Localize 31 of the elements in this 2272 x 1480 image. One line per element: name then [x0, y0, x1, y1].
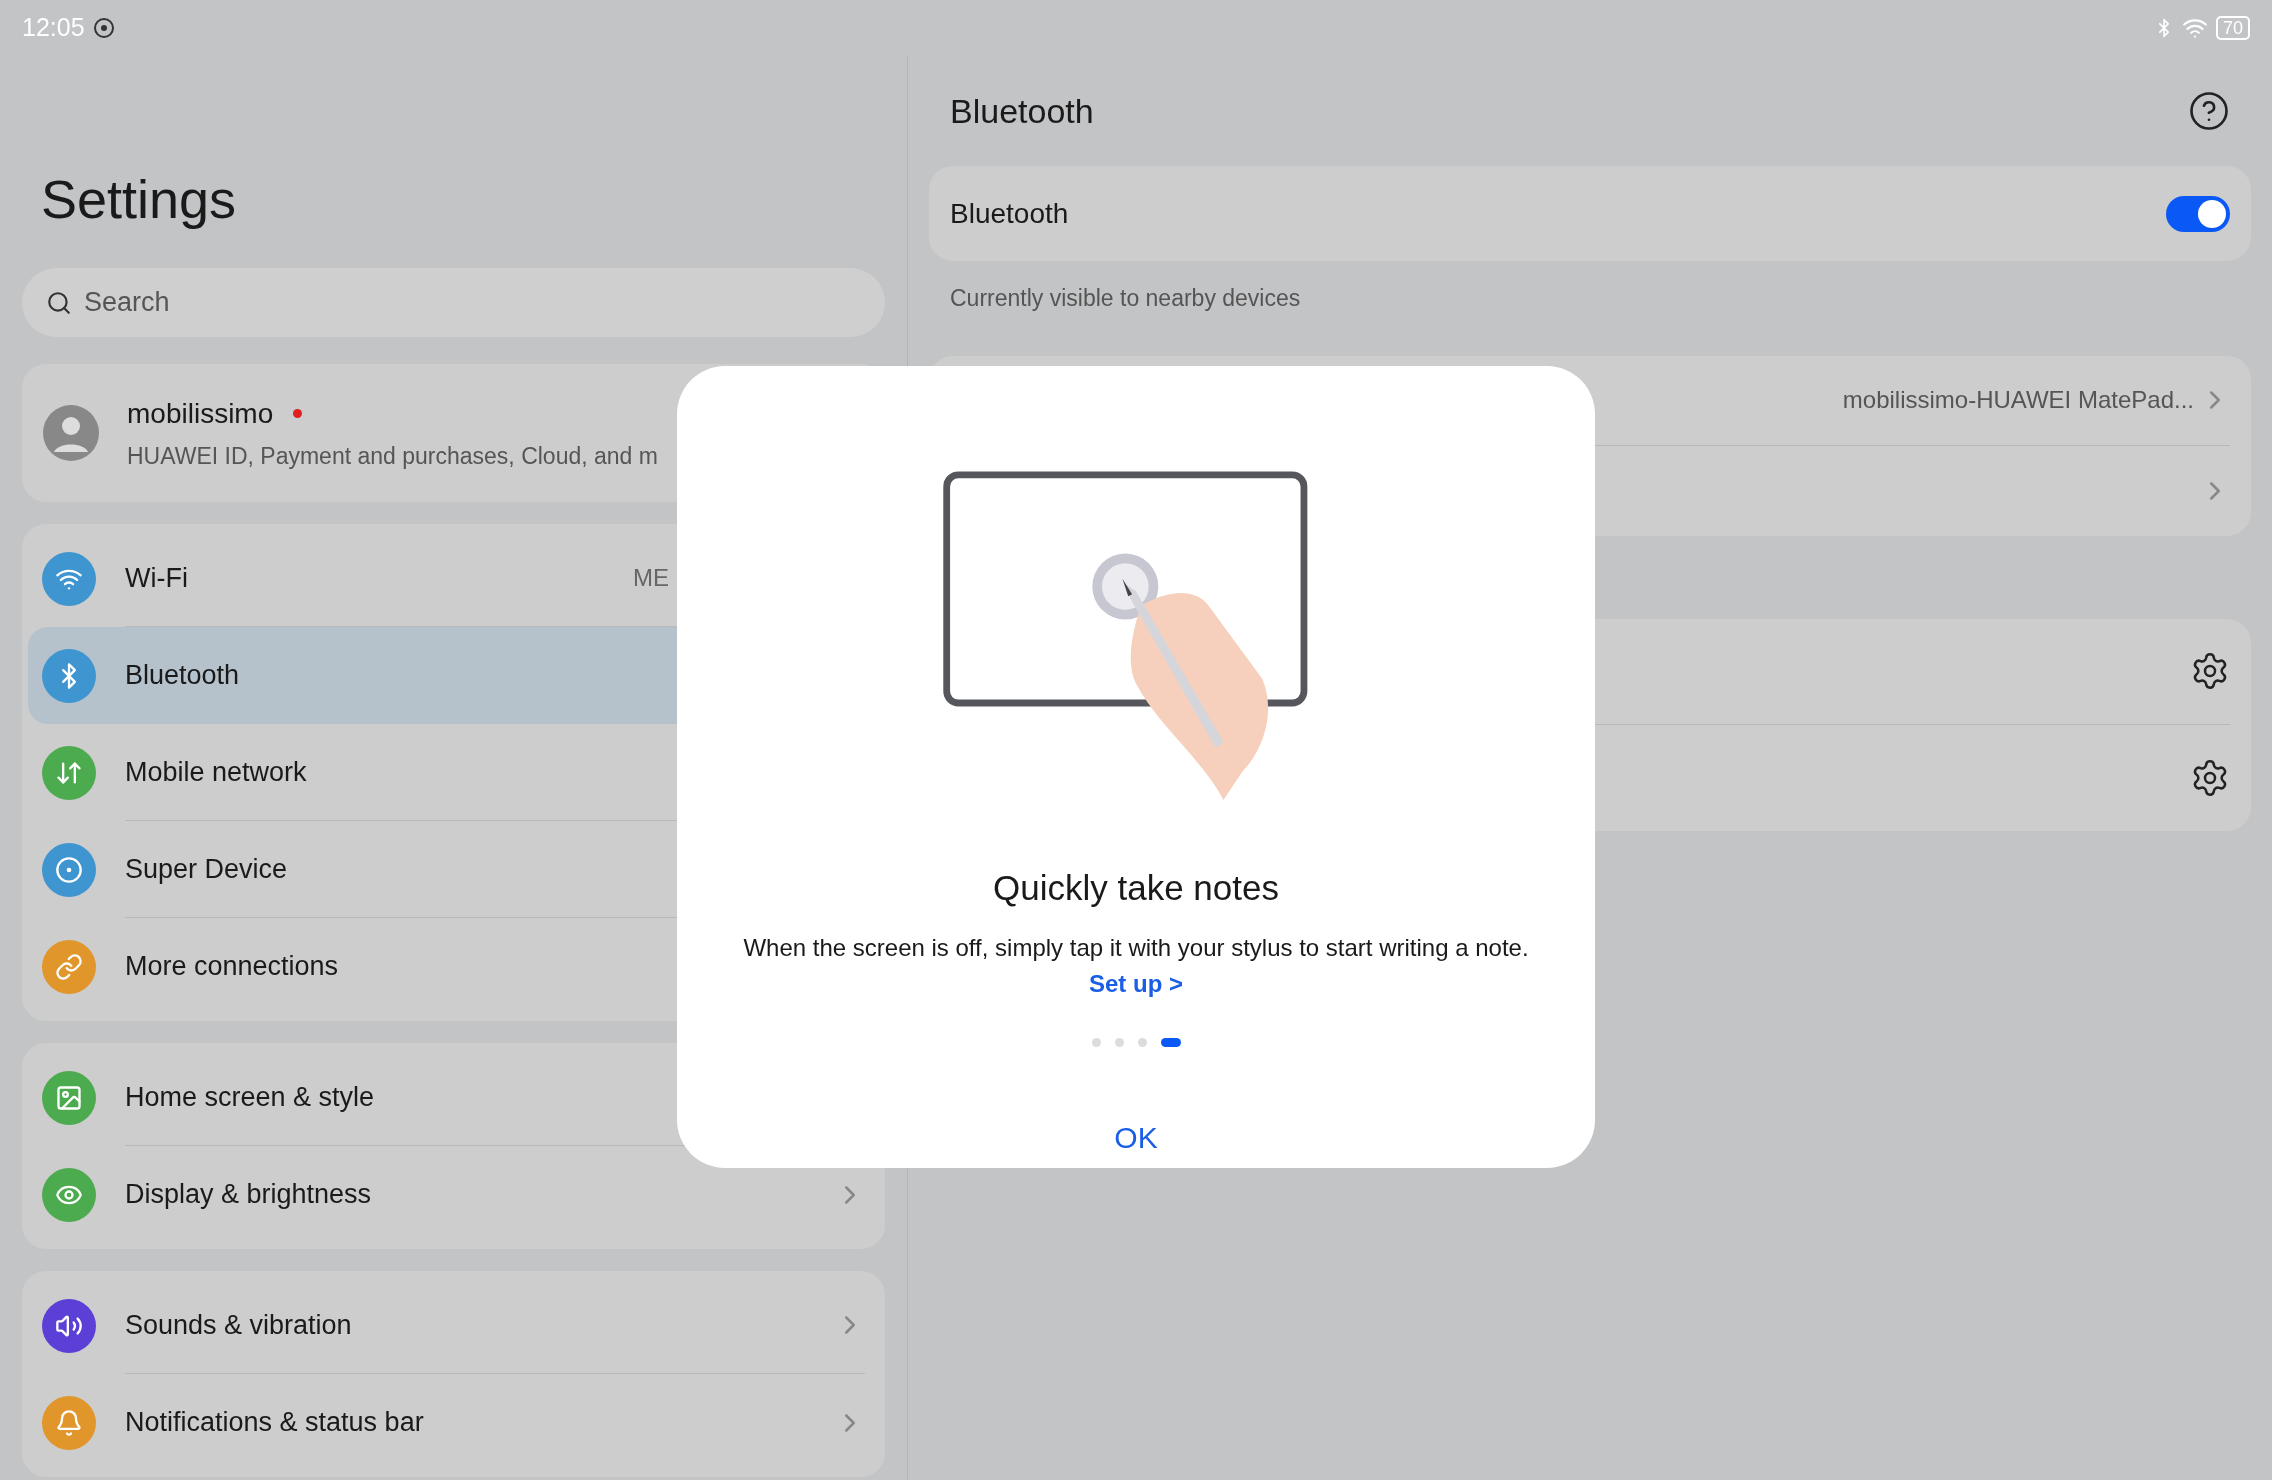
dialog-title: Quickly take notes: [993, 866, 1279, 909]
setup-link[interactable]: Set up >: [1089, 966, 1183, 1002]
row-label: Notifications & status bar: [125, 1406, 424, 1440]
settings-row[interactable]: Display & brightness: [28, 1146, 879, 1243]
row-label: Super Device: [125, 852, 288, 886]
search-icon: [46, 290, 72, 316]
account-name: mobilissimo: [127, 396, 274, 431]
account-subtitle: HUAWEI ID, Payment and purchases, Cloud, and m: [127, 441, 658, 471]
help-icon[interactable]: [2188, 90, 2230, 132]
row-label: Wi-Fi: [125, 561, 188, 595]
settings-row[interactable]: Sounds & vibration: [28, 1277, 879, 1374]
row-label: More connections: [125, 950, 339, 984]
toggle-label: Bluetooth: [950, 196, 1069, 231]
page-title: Settings: [41, 168, 238, 231]
settings-row[interactable]: Notifications & status bar: [28, 1374, 879, 1471]
row-label: Home screen & style: [125, 1080, 375, 1114]
row-value: ME: [633, 563, 669, 593]
battery-level: 70: [2215, 16, 2250, 40]
ok-button[interactable]: OK: [1094, 1107, 1178, 1168]
row-label: Sounds & vibration: [125, 1308, 352, 1342]
row-value: mobilissimo-HUAWEI MatePad...: [1842, 385, 2194, 415]
row-label: Mobile network: [125, 755, 307, 789]
pane-title: Bluetooth: [950, 90, 1094, 132]
visibility-note: Currently visible to nearby devices: [949, 284, 1302, 313]
dialog-message: When the screen is off, simply tap it with your stylus to start writing a note.: [742, 933, 1530, 963]
avatar-icon: [42, 404, 100, 462]
row-label: Display & brightness: [125, 1178, 372, 1212]
search-field[interactable]: Search: [22, 268, 885, 337]
bluetooth-switch[interactable]: [2166, 195, 2230, 232]
row-label: Bluetooth: [125, 659, 240, 693]
status-time: 12:05: [22, 12, 85, 44]
